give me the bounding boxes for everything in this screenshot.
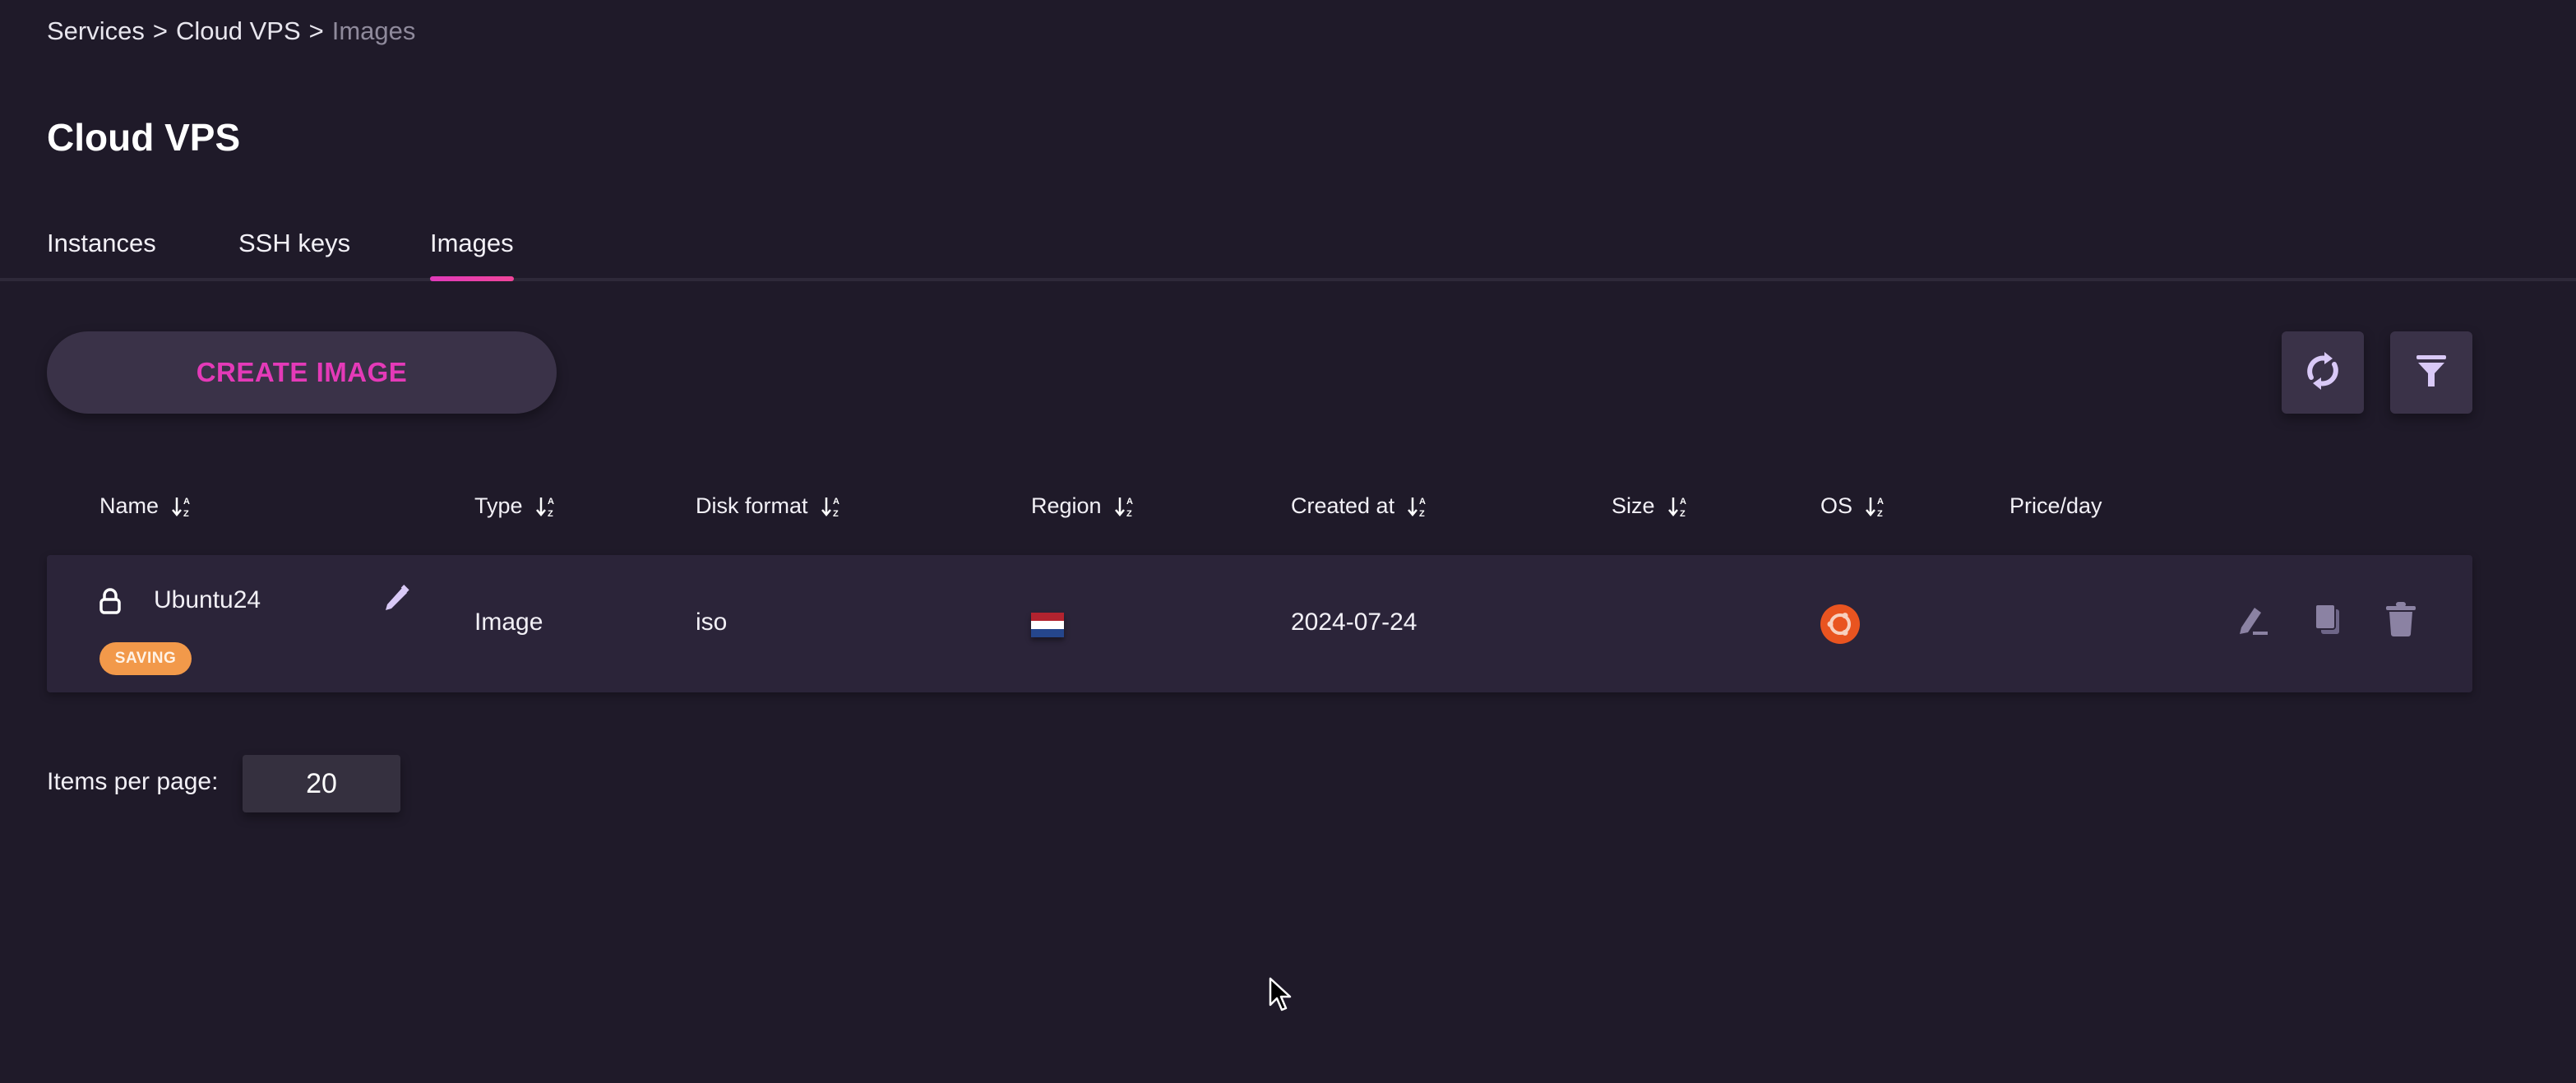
sort-icon[interactable]: AZ — [821, 494, 843, 519]
breadcrumb: Services > Cloud VPS > Images — [47, 16, 415, 46]
breadcrumb-cloud-vps[interactable]: Cloud VPS — [176, 16, 301, 45]
filter-icon — [2415, 354, 2448, 392]
column-label: Price/day — [2009, 493, 2102, 518]
create-image-button[interactable]: CREATE IMAGE — [47, 331, 557, 414]
column-label: Size — [1612, 493, 1655, 518]
image-type: Image — [474, 609, 543, 636]
column-header-type[interactable]: Type AZ — [474, 493, 557, 519]
svg-text:A: A — [183, 497, 190, 507]
region-flag-netherlands-icon — [1031, 613, 1064, 637]
sort-icon[interactable]: AZ — [535, 494, 557, 519]
svg-text:A: A — [1419, 497, 1426, 507]
page-title: Cloud VPS — [47, 116, 241, 159]
status-badge: SAVING — [99, 642, 192, 675]
column-label: Region — [1031, 493, 1102, 518]
svg-text:Z: Z — [1877, 509, 1883, 519]
items-per-page-select[interactable]: 20 — [243, 755, 400, 812]
mouse-cursor-icon — [1269, 977, 1293, 1017]
active-tab-indicator — [430, 276, 514, 281]
column-label: OS — [1820, 493, 1853, 518]
edit-icon[interactable] — [2236, 604, 2271, 646]
column-header-os[interactable]: OS AZ — [1820, 493, 1887, 519]
filter-button[interactable] — [2390, 331, 2472, 414]
sort-icon[interactable]: AZ — [1667, 494, 1690, 519]
svg-text:Z: Z — [1680, 509, 1686, 519]
column-header-created-at[interactable]: Created at AZ — [1291, 493, 1429, 519]
column-header-disk-format[interactable]: Disk format AZ — [696, 493, 843, 519]
tab-ssh-keys[interactable]: SSH keys — [238, 229, 350, 258]
breadcrumb-services[interactable]: Services — [47, 16, 145, 45]
svg-text:Z: Z — [1419, 509, 1425, 519]
svg-text:Z: Z — [1126, 509, 1132, 519]
sort-icon[interactable]: AZ — [1866, 494, 1887, 519]
delete-icon[interactable] — [2384, 601, 2417, 644]
svg-text:A: A — [548, 497, 554, 507]
tab-instances[interactable]: Instances — [47, 229, 156, 258]
tab-bar: Instances SSH keys Images — [0, 222, 2576, 281]
table-row[interactable]: Ubuntu24 SAVING Image iso 2024-07-24 — [47, 555, 2472, 692]
column-label: Name — [99, 493, 160, 518]
image-name: Ubuntu24 — [154, 586, 261, 613]
svg-text:A: A — [1877, 497, 1884, 507]
breadcrumb-current: Images — [331, 16, 416, 45]
image-disk-format: iso — [696, 609, 728, 636]
svg-text:A: A — [833, 497, 839, 507]
sort-icon[interactable]: AZ — [172, 494, 193, 519]
tab-images[interactable]: Images — [430, 229, 514, 258]
column-label: Created at — [1291, 493, 1395, 518]
tab-divider — [0, 278, 2576, 281]
sort-icon[interactable]: AZ — [1408, 494, 1429, 519]
ubuntu-os-icon — [1820, 604, 1860, 650]
svg-text:A: A — [1680, 497, 1686, 507]
lock-icon — [99, 588, 121, 621]
breadcrumb-separator: > — [152, 16, 168, 45]
column-header-size[interactable]: Size AZ — [1612, 493, 1690, 519]
items-per-page-label: Items per page: — [47, 768, 219, 795]
svg-text:Z: Z — [183, 509, 189, 519]
refresh-icon — [2303, 349, 2342, 396]
column-header-name[interactable]: Name AZ — [99, 493, 193, 519]
column-header-price-per-day: Price/day — [2009, 493, 2102, 519]
rename-pencil-icon[interactable] — [384, 585, 410, 619]
refresh-button[interactable] — [2282, 331, 2364, 414]
column-label: Type — [474, 493, 523, 518]
column-header-region[interactable]: Region AZ — [1031, 493, 1136, 519]
breadcrumb-separator: > — [308, 16, 324, 45]
svg-text:Z: Z — [833, 509, 839, 519]
column-label: Disk format — [696, 493, 808, 518]
sort-icon[interactable]: AZ — [1114, 494, 1136, 519]
image-created-at: 2024-07-24 — [1291, 609, 1417, 636]
copy-icon[interactable] — [2313, 603, 2342, 642]
svg-text:A: A — [1126, 497, 1133, 507]
svg-text:Z: Z — [548, 509, 553, 519]
